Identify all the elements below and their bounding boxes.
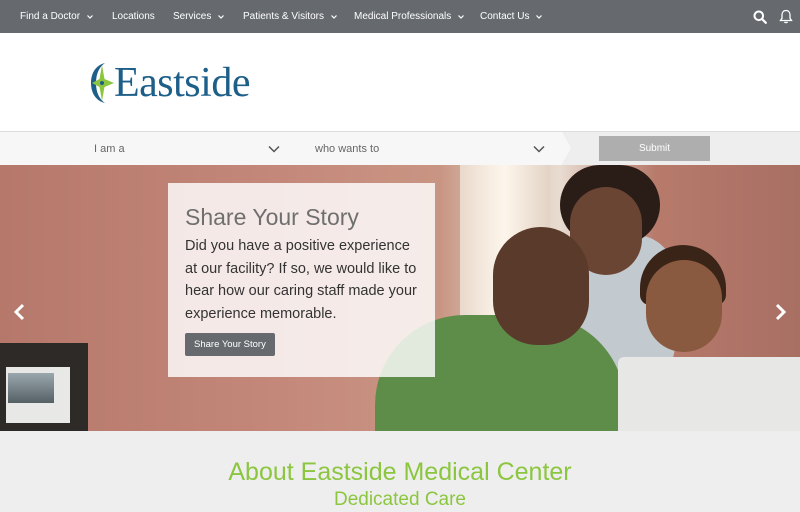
about-section: About Eastside Medical Center Dedicated … — [0, 431, 800, 512]
chevron-down-icon — [87, 14, 93, 19]
search-icon[interactable] — [752, 9, 768, 25]
hero-title: Share Your Story — [185, 204, 359, 230]
nav-services[interactable]: Services — [173, 0, 225, 33]
nav-medical-professionals[interactable]: Medical Professionals — [354, 0, 465, 33]
nav-label: Locations — [112, 11, 155, 22]
chevron-down-icon — [267, 142, 281, 156]
logo-wordmark: Eastside — [114, 60, 250, 106]
carousel-next-button[interactable] — [772, 302, 788, 322]
chevron-down-icon — [536, 14, 543, 19]
logo-band: Eastside — [0, 33, 800, 132]
chevron-right-icon — [775, 303, 787, 321]
hero-body-text: Did you have a positive experience at ou… — [185, 238, 417, 322]
hero-image-picture-frame — [0, 343, 88, 431]
hero-image-person — [493, 227, 589, 345]
nav-label: Contact Us — [480, 11, 530, 22]
nav-locations[interactable]: Locations — [112, 0, 155, 33]
chevron-down-icon — [458, 14, 465, 19]
nav-label: Patients & Visitors — [243, 11, 324, 22]
share-your-story-button[interactable]: Share Your Story — [185, 333, 275, 356]
i-am-select-label: I am a — [94, 142, 125, 155]
hero-image-laptop — [618, 357, 800, 431]
submit-button[interactable]: Submit — [599, 136, 710, 161]
nav-label: Find a Doctor — [20, 11, 81, 22]
hero-carousel: Share Your Story Did you have a positive… — [0, 165, 800, 431]
nav-icon-group — [752, 0, 794, 33]
i-am-select[interactable]: I am a — [0, 132, 297, 165]
wants-to-select[interactable]: who wants to — [297, 132, 562, 165]
nav-patients-visitors[interactable]: Patients & Visitors — [243, 0, 338, 33]
chevron-down-icon — [532, 142, 546, 156]
bell-icon[interactable] — [778, 9, 794, 25]
chevron-left-icon — [13, 303, 25, 321]
hero-image-person — [646, 260, 722, 352]
site-logo[interactable]: Eastside — [88, 59, 250, 107]
nav-contact-us[interactable]: Contact Us — [480, 0, 543, 33]
about-subtitle: Dedicated Care — [333, 489, 467, 510]
selector-divider — [562, 132, 571, 164]
nav-label: Services — [173, 11, 212, 22]
chevron-down-icon — [331, 14, 337, 19]
carousel-prev-button[interactable] — [12, 302, 28, 322]
nav-label: Medical Professionals — [354, 11, 452, 22]
nav-find-a-doctor[interactable]: Find a Doctor — [20, 0, 94, 33]
wants-to-select-label: who wants to — [315, 142, 380, 155]
about-title: About Eastside Medical Center — [228, 458, 572, 486]
chevron-down-icon — [218, 14, 225, 19]
compass-star-icon — [91, 63, 114, 103]
top-navigation-bar: Find a Doctor Locations Services Patient… — [0, 0, 800, 33]
hero-caption-card: Share Your Story Did you have a positive… — [168, 183, 435, 377]
